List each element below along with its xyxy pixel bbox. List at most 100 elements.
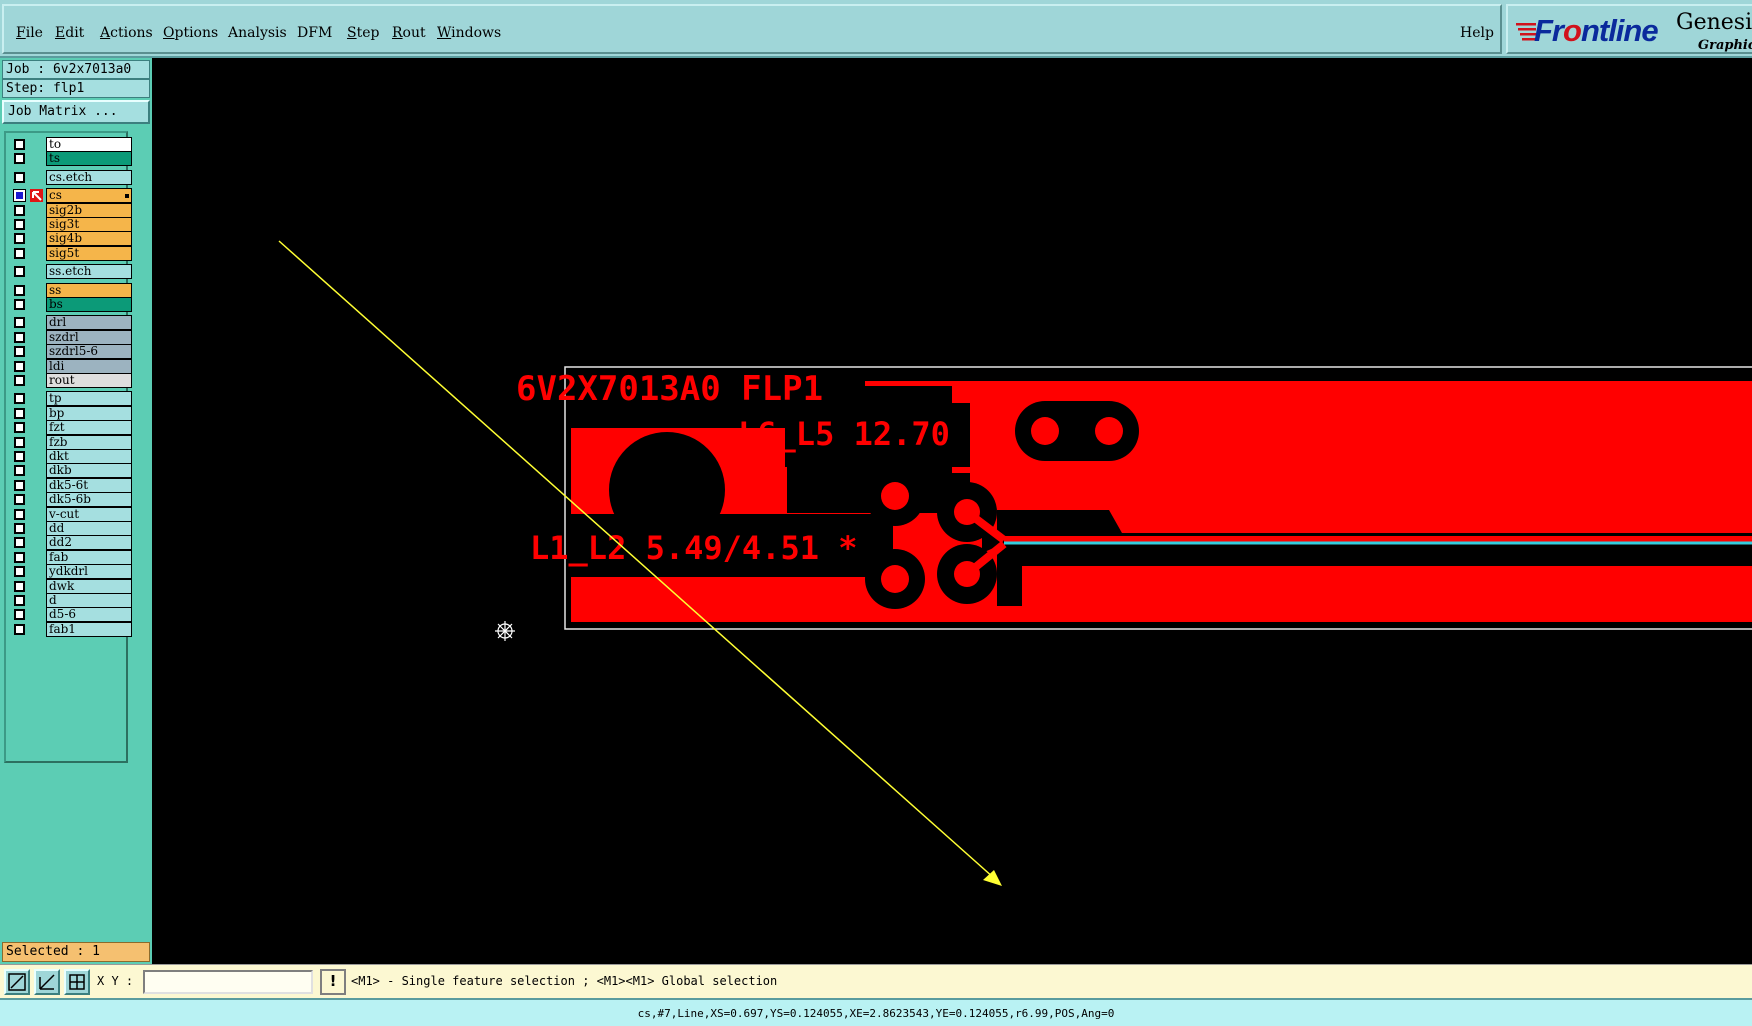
layer-row[interactable]: cs.etch — [10, 169, 132, 185]
layer-name[interactable]: szdrl5-6 — [46, 344, 132, 360]
layer-name[interactable]: bp — [46, 405, 132, 421]
layer-name[interactable]: fab — [46, 549, 132, 565]
alert-button[interactable]: ! — [320, 969, 346, 995]
layer-checkbox[interactable] — [14, 407, 25, 419]
layer-checkbox[interactable] — [14, 580, 25, 592]
layer-checkbox[interactable] — [14, 465, 25, 477]
menu-step[interactable]: Step — [347, 25, 379, 41]
layer-name[interactable]: sig2b — [46, 202, 132, 218]
layer-checkbox[interactable] — [14, 422, 25, 434]
layer-row[interactable]: sig3t — [10, 217, 132, 232]
layer-checkbox[interactable] — [14, 317, 25, 329]
layer-row[interactable]: sig2b — [10, 202, 132, 218]
layer-name[interactable]: to — [46, 137, 132, 152]
layer-name[interactable]: ss.etch — [46, 264, 132, 280]
layer-row[interactable]: fzt — [10, 420, 132, 436]
layer-row[interactable]: dkt — [10, 449, 132, 464]
layer-name[interactable]: cs.etch — [46, 169, 132, 185]
layer-name[interactable]: v-cut — [46, 506, 132, 522]
layer-checkbox[interactable] — [13, 189, 26, 203]
layer-checkbox[interactable] — [14, 436, 25, 448]
layer-checkbox[interactable] — [14, 247, 25, 259]
layer-row[interactable]: sig5t — [10, 245, 132, 261]
layer-name[interactable]: szdrl — [46, 329, 132, 345]
menu-actions[interactable]: Actions — [100, 25, 153, 41]
layer-checkbox[interactable] — [14, 451, 25, 462]
layer-row[interactable]: szdrl5-6 — [10, 344, 132, 360]
layer-checkbox[interactable] — [14, 346, 25, 358]
layer-name[interactable]: d5-6 — [46, 607, 132, 623]
menu-windows[interactable]: Windows — [437, 25, 501, 41]
layer-checkbox[interactable] — [14, 523, 25, 534]
layer-row[interactable]: cs — [10, 188, 132, 204]
layer-row[interactable]: rout — [10, 373, 132, 388]
layer-name[interactable]: ldi — [46, 358, 132, 374]
layer-name[interactable]: rout — [46, 373, 132, 388]
layer-checkbox[interactable] — [14, 331, 25, 343]
layer-name[interactable]: d — [46, 593, 132, 608]
layer-name[interactable]: dkt — [46, 449, 132, 464]
layer-name[interactable]: bs — [46, 297, 132, 312]
layer-row[interactable]: dd2 — [10, 535, 132, 551]
layer-row[interactable]: dk5-6t — [10, 477, 132, 493]
menu-options[interactable]: Options — [163, 25, 218, 41]
layer-checkbox[interactable] — [14, 537, 25, 549]
layer-checkbox[interactable] — [14, 595, 25, 606]
layer-row[interactable]: szdrl — [10, 329, 132, 345]
layer-name[interactable]: dwk — [46, 578, 132, 594]
layer-name[interactable]: sig5t — [46, 245, 132, 261]
layer-checkbox[interactable] — [14, 609, 25, 621]
layer-row[interactable]: ts — [10, 151, 132, 167]
layer-checkbox[interactable] — [14, 171, 25, 183]
layer-name[interactable]: dd — [46, 521, 132, 536]
menu-edit[interactable]: Edit — [55, 25, 84, 41]
layer-checkbox[interactable] — [14, 284, 25, 296]
layer-row[interactable]: to — [10, 137, 132, 152]
layer-row[interactable]: dkb — [10, 463, 132, 479]
layer-row[interactable]: ydkdrl — [10, 564, 132, 580]
layer-row[interactable]: d — [10, 593, 132, 608]
layer-checkbox[interactable] — [14, 139, 25, 150]
layer-checkbox[interactable] — [14, 219, 25, 230]
layer-checkbox[interactable] — [14, 479, 25, 491]
layer-name[interactable]: dk5-6t — [46, 477, 132, 493]
layer-checkbox[interactable] — [14, 204, 25, 216]
layer-name[interactable]: ydkdrl — [46, 564, 132, 580]
layer-row[interactable]: ss — [10, 282, 132, 298]
layer-row[interactable]: tp — [10, 391, 132, 407]
layer-checkbox[interactable] — [14, 233, 25, 245]
zoom-tool-button[interactable] — [4, 969, 30, 995]
measure-tool-button[interactable] — [34, 969, 60, 995]
layer-name[interactable]: drl — [46, 315, 132, 331]
layer-checkbox[interactable] — [14, 494, 25, 506]
layer-checkbox[interactable] — [14, 508, 25, 520]
layer-name[interactable]: tp — [46, 391, 132, 407]
layer-checkbox[interactable] — [14, 393, 25, 405]
layer-checkbox[interactable] — [14, 153, 25, 165]
layer-row[interactable]: d5-6 — [10, 607, 132, 623]
layer-name[interactable]: dk5-6b — [46, 492, 132, 508]
layer-name[interactable]: sig3t — [46, 217, 132, 232]
xy-input[interactable] — [143, 970, 313, 994]
menu-rout[interactable]: Rout — [392, 25, 426, 41]
layer-name[interactable]: ts — [46, 151, 132, 167]
layer-row[interactable]: fzb — [10, 434, 132, 450]
layer-name[interactable]: fzt — [46, 420, 132, 436]
layer-row[interactable]: ldi — [10, 358, 132, 374]
layer-checkbox[interactable] — [14, 266, 25, 278]
layer-row[interactable]: fab — [10, 549, 132, 565]
menu-dfm[interactable]: DFM — [297, 25, 332, 41]
job-matrix-button[interactable]: Job Matrix ... — [2, 100, 150, 124]
layer-name[interactable]: fzb — [46, 434, 132, 450]
layer-name[interactable]: cs — [46, 188, 132, 204]
layer-checkbox[interactable] — [14, 566, 25, 578]
layer-name[interactable]: dd2 — [46, 535, 132, 551]
graphic-canvas[interactable]: 6V2X7013A0 FLP1 L6_L5 12.70 * L1_L2 5.49… — [152, 58, 1752, 964]
layer-checkbox[interactable] — [14, 299, 25, 310]
layer-row[interactable]: dd — [10, 521, 132, 536]
layer-row[interactable]: dwk — [10, 578, 132, 594]
board-drawing[interactable]: 6V2X7013A0 FLP1 L6_L5 12.70 * L1_L2 5.49… — [152, 58, 1752, 964]
layer-name[interactable]: ss — [46, 282, 132, 298]
layer-name[interactable]: sig4b — [46, 231, 132, 247]
menu-file[interactable]: File — [16, 25, 43, 41]
